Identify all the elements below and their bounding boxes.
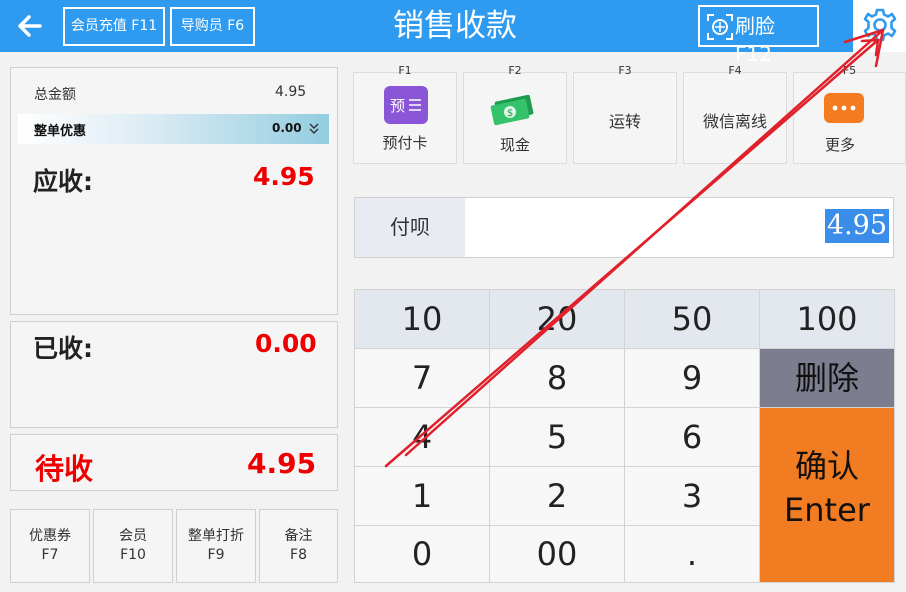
key-6[interactable]: 6: [624, 407, 760, 467]
remark-label: 备注: [284, 528, 313, 544]
key-5[interactable]: 5: [489, 407, 625, 467]
order-discount-label: 整单优惠: [34, 124, 87, 139]
key-hint: F2: [508, 64, 522, 77]
prepaid-card-label: 预付卡: [382, 134, 428, 152]
key-8[interactable]: 8: [489, 348, 625, 408]
coupon-key: F7: [41, 547, 59, 563]
payment-prepaid-card[interactable]: F1 预 预付卡: [353, 64, 457, 164]
svg-text:$: $: [507, 108, 513, 119]
key-hint: F5: [842, 64, 857, 77]
remark-key: F8: [290, 547, 307, 563]
amount-due-value: 4.95: [253, 162, 315, 191]
amount-pending-label: 待收: [35, 452, 94, 486]
key-1[interactable]: 1: [354, 466, 490, 526]
amount-pending-value: 4.95: [247, 447, 317, 480]
more-icon: [824, 93, 864, 123]
payment-wechat-offline[interactable]: F4 微信离线: [683, 64, 787, 164]
key-9[interactable]: 9: [624, 348, 760, 408]
order-discount-value: 0.00: [272, 121, 302, 135]
payment-yunzhuan[interactable]: F3 运转: [573, 64, 677, 164]
gear-icon: [863, 8, 897, 42]
payment-amount-row: 付呗 4.95: [354, 197, 894, 258]
order-discount-key: F9: [207, 547, 225, 563]
face-pay-button[interactable]: 刷脸 F12: [698, 5, 819, 66]
quick-amount-10[interactable]: 10: [354, 289, 490, 349]
coupon-button[interactable]: 优惠券 F7: [10, 509, 90, 583]
key-hint: F1: [398, 64, 412, 77]
total-amount-label: 总金额: [34, 87, 76, 103]
cash-icon: $: [490, 94, 534, 126]
coupon-label: 优惠券: [29, 528, 71, 544]
remark-button[interactable]: 备注 F8: [259, 509, 338, 583]
key-3[interactable]: 3: [624, 466, 760, 526]
key-4[interactable]: 4: [354, 407, 490, 467]
shopping-guide-button[interactable]: 导购员 F6: [170, 7, 255, 46]
confirm-enter-button[interactable]: 确认 Enter: [759, 407, 895, 583]
order-discount-row[interactable]: 整单优惠 0.00: [18, 114, 329, 144]
order-discount-button-label: 整单打折: [188, 528, 244, 544]
key-00[interactable]: 00: [489, 525, 625, 583]
key-hint: F4: [728, 64, 742, 77]
key-2[interactable]: 2: [489, 466, 625, 526]
amount-received-label: 已收:: [33, 334, 93, 363]
key-0[interactable]: 0: [354, 525, 490, 583]
member-button[interactable]: 会员 F10: [93, 509, 173, 583]
prepaid-card-icon: 预: [384, 86, 428, 124]
more-label: 更多: [824, 136, 855, 154]
member-label: 会员: [119, 528, 147, 544]
quick-amount-20[interactable]: 20: [489, 289, 625, 349]
chevron-double-down-icon: [309, 123, 319, 134]
amount-due-label: 应收:: [33, 167, 93, 196]
payment-amount-input[interactable]: 4.95: [824, 209, 889, 243]
order-discount-button[interactable]: 整单打折 F9: [176, 509, 256, 583]
back-arrow-icon: [18, 15, 42, 37]
member-key: F10: [120, 547, 146, 563]
back-button[interactable]: [14, 10, 46, 42]
total-amount-value: 4.95: [275, 84, 307, 100]
face-pay-label: 刷脸 F12: [735, 14, 775, 66]
payment-method-label: 付呗: [355, 198, 465, 257]
confirm-label: 确认: [794, 447, 859, 485]
quick-amount-50[interactable]: 50: [624, 289, 760, 349]
quick-amount-100[interactable]: 100: [759, 289, 895, 349]
payment-more[interactable]: F5 更多: [793, 64, 906, 164]
key-decimal[interactable]: .: [624, 525, 760, 583]
payment-cash[interactable]: F2 $ 现金: [463, 64, 567, 164]
amount-received-value: 0.00: [255, 329, 317, 358]
wechat-offline-label: 微信离线: [702, 112, 767, 131]
top-bar: 会员充值 F11 导购员 F6 销售收款 刷脸 F12: [0, 0, 906, 66]
key-hint: F3: [618, 64, 632, 77]
face-scan-icon: [707, 14, 733, 40]
member-recharge-button[interactable]: 会员充值 F11: [63, 7, 165, 46]
key-7[interactable]: 7: [354, 348, 490, 408]
delete-button[interactable]: 删除: [759, 348, 895, 408]
enter-label: Enter: [784, 491, 870, 529]
page-title: 销售收款: [393, 8, 517, 44]
settings-button[interactable]: [853, 0, 906, 52]
yunzhuan-label: 运转: [608, 112, 641, 131]
cash-label: 现金: [499, 136, 530, 154]
